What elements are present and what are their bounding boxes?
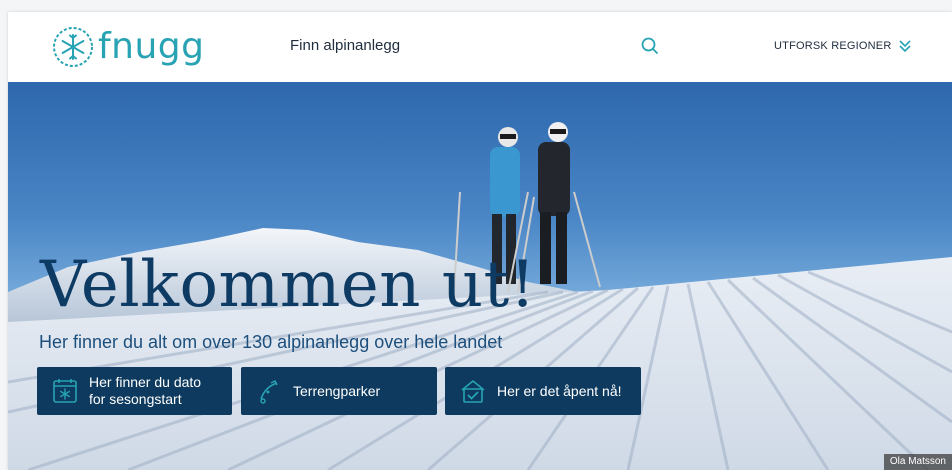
- terrain-park-icon: [260, 380, 278, 404]
- hero-subtitle: Her finner du alt om over 130 alpinanleg…: [39, 332, 503, 352]
- photo-credit: Ola Matsson: [883, 454, 952, 470]
- site-header: fnugg Finn alpinanlegg UTFORSK REGIONER: [8, 12, 952, 83]
- hero-title: Velkommen ut!: [40, 248, 536, 322]
- search-icon[interactable]: [640, 36, 660, 56]
- find-resort-link[interactable]: Finn alpinanlegg: [290, 37, 400, 54]
- season-start-label: Her finner du dato for sesongstart: [89, 374, 201, 408]
- calendar-snowflake-icon: [53, 379, 77, 403]
- open-now-label: Her er det åpent nå!: [497, 382, 622, 399]
- double-chevron-down-icon: [898, 40, 911, 53]
- season-start-line1: Her finner du dato: [89, 374, 202, 390]
- season-start-line2: for sesongstart: [89, 391, 182, 407]
- open-now-button[interactable]: Her er det åpent nå!: [445, 367, 641, 415]
- logo-text: fnugg: [98, 26, 205, 67]
- fnugg-logo[interactable]: fnugg: [52, 24, 205, 70]
- browser-viewport: fnugg Finn alpinanlegg UTFORSK REGIONER: [8, 12, 952, 470]
- terrain-parks-label: Terrengparker: [293, 382, 381, 399]
- season-start-button[interactable]: Her finner du dato for sesongstart: [37, 367, 232, 415]
- terrain-parks-button[interactable]: Terrengparker: [241, 367, 437, 415]
- hero-section: Velkommen ut! Her finner du alt om over …: [8, 82, 952, 470]
- open-lodge-icon: [461, 379, 485, 403]
- explore-regions-label: UTFORSK REGIONER: [774, 40, 892, 52]
- snowflake-logo-icon: [53, 27, 93, 67]
- explore-regions-menu[interactable]: UTFORSK REGIONER: [774, 39, 912, 53]
